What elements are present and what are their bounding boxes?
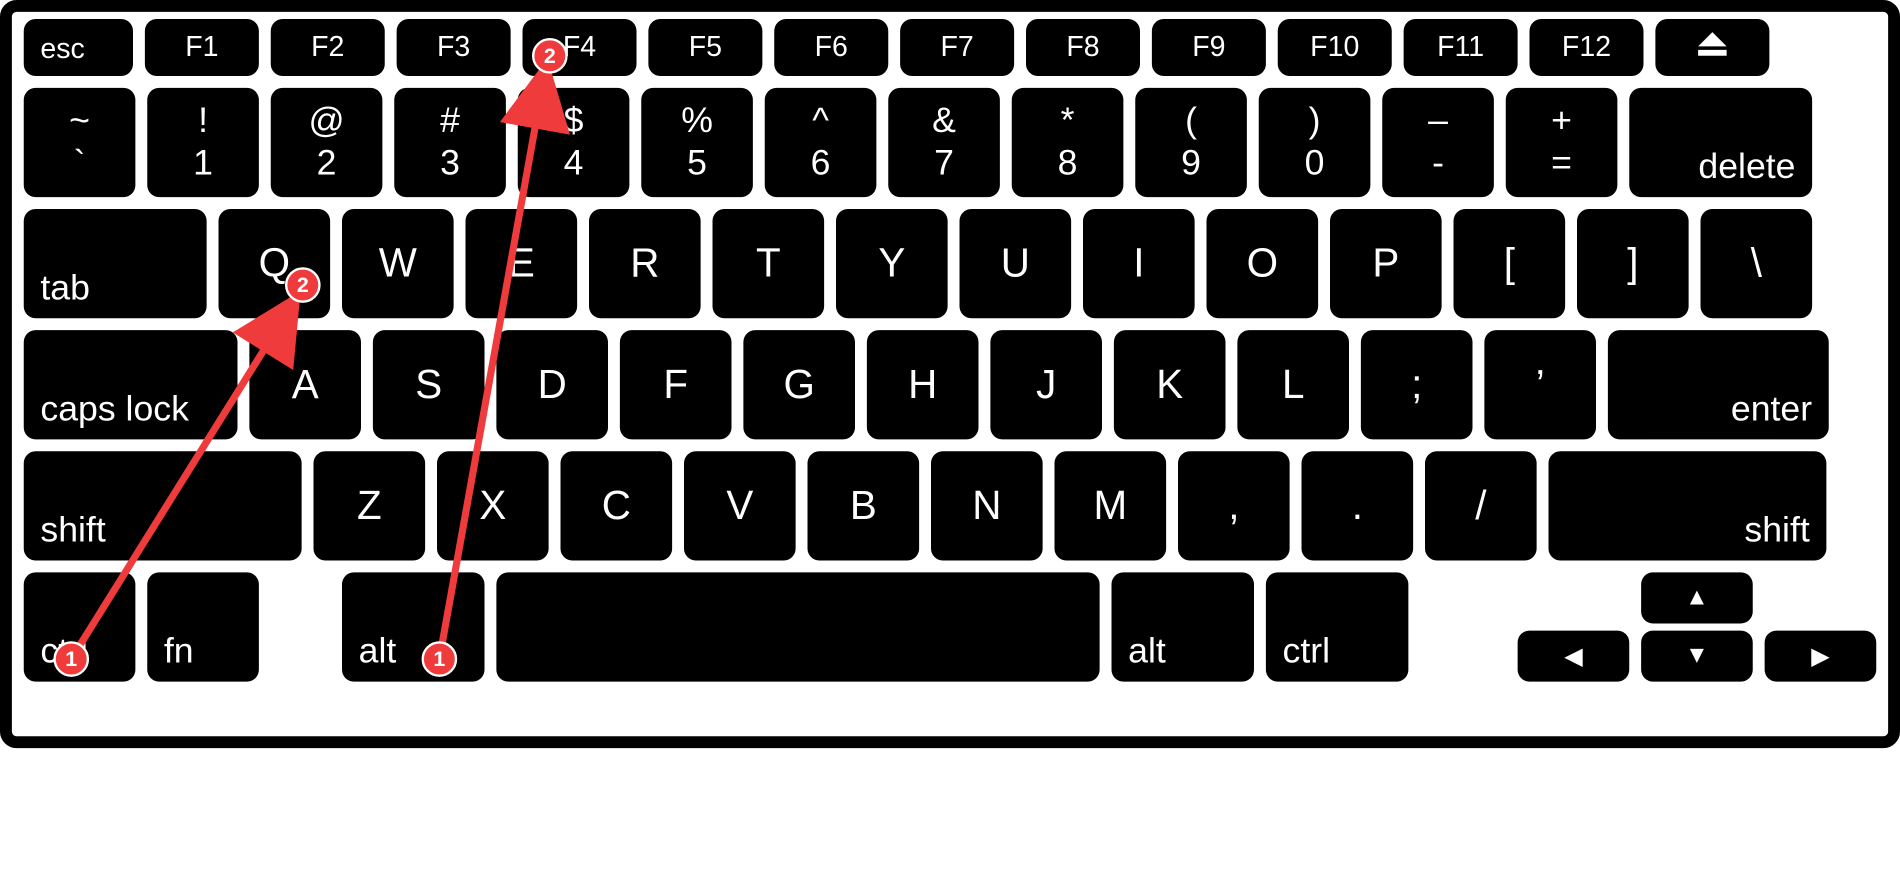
key-bracket-open[interactable]: [ xyxy=(1454,209,1566,318)
key-6[interactable]: ^6 xyxy=(765,88,877,197)
key-g[interactable]: G xyxy=(743,330,855,439)
key-alt-left[interactable]: alt xyxy=(342,572,485,681)
key-p[interactable]: P xyxy=(1330,209,1442,318)
key-1[interactable]: !1 xyxy=(147,88,259,197)
key-label-bot: ` xyxy=(74,146,86,182)
key-f[interactable]: F xyxy=(620,330,732,439)
key-a[interactable]: A xyxy=(249,330,361,439)
key-enter[interactable]: enter xyxy=(1608,330,1829,439)
key-f9[interactable]: F9 xyxy=(1152,19,1266,76)
key-ctrl-left[interactable]: ctrl xyxy=(24,572,136,681)
key-2[interactable]: @2 xyxy=(271,88,383,197)
key-bracket-close[interactable]: ] xyxy=(1577,209,1689,318)
row-qwerty: tab Q W E R T Y U I O P [ ] \ xyxy=(24,209,1877,318)
key-f10[interactable]: F10 xyxy=(1278,19,1392,76)
key-d[interactable]: D xyxy=(496,330,608,439)
key-f2[interactable]: F2 xyxy=(271,19,385,76)
key-slash[interactable]: / xyxy=(1425,451,1537,560)
key-f8[interactable]: F8 xyxy=(1026,19,1140,76)
key-z[interactable]: Z xyxy=(314,451,426,560)
key-m[interactable]: M xyxy=(1055,451,1167,560)
key-b[interactable]: B xyxy=(808,451,920,560)
key-esc[interactable]: esc xyxy=(24,19,133,76)
key-quote[interactable]: ’ xyxy=(1484,330,1596,439)
key-y[interactable]: Y xyxy=(836,209,948,318)
key-e[interactable]: E xyxy=(466,209,578,318)
key-label-top: ~ xyxy=(69,103,90,139)
key-v[interactable]: V xyxy=(684,451,796,560)
key-arrow-down[interactable]: ▼ xyxy=(1641,631,1753,682)
key-arrow-right[interactable]: ▶ xyxy=(1765,631,1877,682)
row-zxcv: shift Z X C V B N M , . / shift xyxy=(24,451,1877,560)
key-ctrl-right[interactable]: ctrl xyxy=(1266,572,1409,681)
key-minus[interactable]: –- xyxy=(1382,88,1494,197)
key-w[interactable]: W xyxy=(342,209,454,318)
key-3[interactable]: #3 xyxy=(394,88,506,197)
row-number: ~` !1 @2 #3 $4 %5 ^6 &7 *8 (9 )0 –- += d… xyxy=(24,88,1877,197)
key-eject[interactable] xyxy=(1655,19,1769,76)
key-arrow-left[interactable]: ◀ xyxy=(1518,631,1630,682)
key-alt-right[interactable]: alt xyxy=(1112,572,1255,681)
key-n[interactable]: N xyxy=(931,451,1043,560)
key-f4[interactable]: F4 xyxy=(523,19,637,76)
key-backtick[interactable]: ~` xyxy=(24,88,136,197)
key-u[interactable]: U xyxy=(960,209,1072,318)
row-asdf: caps lock A S D F G H J K L ; ’ enter xyxy=(24,330,1877,439)
key-i[interactable]: I xyxy=(1083,209,1195,318)
key-r[interactable]: R xyxy=(589,209,701,318)
key-backslash[interactable]: \ xyxy=(1701,209,1813,318)
key-comma[interactable]: , xyxy=(1178,451,1290,560)
key-9[interactable]: (9 xyxy=(1135,88,1247,197)
key-f3[interactable]: F3 xyxy=(397,19,511,76)
key-f11[interactable]: F11 xyxy=(1404,19,1518,76)
key-q[interactable]: Q xyxy=(219,209,331,318)
row-fn: esc F1 F2 F3 F4 F5 F6 F7 F8 F9 F10 F11 F… xyxy=(24,19,1877,76)
key-k[interactable]: K xyxy=(1114,330,1226,439)
key-f1[interactable]: F1 xyxy=(145,19,259,76)
key-fn[interactable]: fn xyxy=(147,572,259,681)
key-f5[interactable]: F5 xyxy=(648,19,762,76)
key-c[interactable]: C xyxy=(561,451,673,560)
key-semicolon[interactable]: ; xyxy=(1361,330,1473,439)
key-period[interactable]: . xyxy=(1302,451,1414,560)
key-j[interactable]: J xyxy=(990,330,1102,439)
key-h[interactable]: H xyxy=(867,330,979,439)
key-delete[interactable]: delete xyxy=(1629,88,1812,197)
key-space[interactable] xyxy=(496,572,1099,681)
key-arrow-up[interactable]: ▲ xyxy=(1641,572,1753,623)
key-shift-right[interactable]: shift xyxy=(1549,451,1827,560)
key-x[interactable]: X xyxy=(437,451,549,560)
keyboard-frame: esc F1 F2 F3 F4 F5 F6 F7 F8 F9 F10 F11 F… xyxy=(0,0,1900,748)
key-capslock[interactable]: caps lock xyxy=(24,330,238,439)
key-7[interactable]: &7 xyxy=(888,88,1000,197)
key-l[interactable]: L xyxy=(1237,330,1349,439)
key-o[interactable]: O xyxy=(1207,209,1319,318)
key-s[interactable]: S xyxy=(373,330,485,439)
row-modifiers: ctrl fn alt alt ctrl ◀ ▲ ▼ ▶ xyxy=(24,572,1877,681)
key-tab[interactable]: tab xyxy=(24,209,207,318)
key-t[interactable]: T xyxy=(713,209,825,318)
key-4[interactable]: $4 xyxy=(518,88,630,197)
key-shift-left[interactable]: shift xyxy=(24,451,302,560)
eject-icon xyxy=(1697,31,1728,64)
key-f7[interactable]: F7 xyxy=(900,19,1014,76)
key-equals[interactable]: += xyxy=(1506,88,1618,197)
key-f6[interactable]: F6 xyxy=(774,19,888,76)
key-f12[interactable]: F12 xyxy=(1530,19,1644,76)
key-5[interactable]: %5 xyxy=(641,88,753,197)
key-0[interactable]: )0 xyxy=(1259,88,1371,197)
key-8[interactable]: *8 xyxy=(1012,88,1124,197)
